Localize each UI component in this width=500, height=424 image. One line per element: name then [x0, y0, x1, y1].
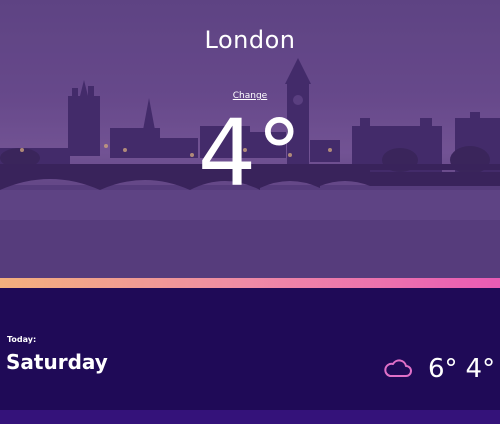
city-name: London [204, 26, 296, 54]
high-temperature: 6° [428, 354, 458, 384]
day-name: Saturday [6, 350, 108, 374]
bottom-bar [0, 410, 500, 424]
hero-section: London Change 4° [0, 0, 500, 278]
cloud-icon [384, 359, 412, 377]
low-temperature: 4° [465, 354, 496, 384]
today-label: Today: [7, 335, 37, 344]
accent-stripe [0, 278, 500, 288]
forecast-panel: Today: Saturday 6° 4° [0, 288, 500, 410]
temperature-range: 6° 4° [428, 354, 495, 384]
current-temperature: 4° [197, 100, 303, 207]
